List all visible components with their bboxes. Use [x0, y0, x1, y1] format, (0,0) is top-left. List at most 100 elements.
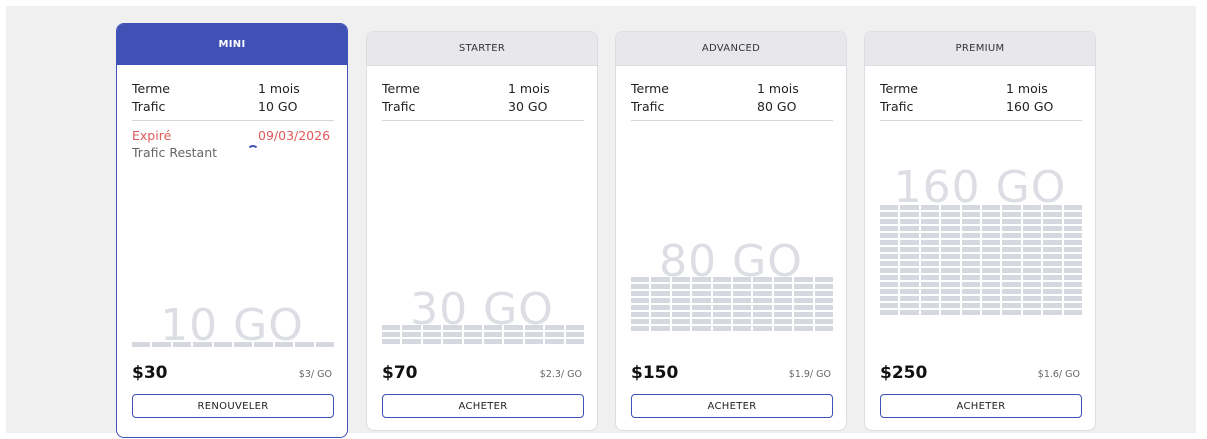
buy-button[interactable]: ACHETER — [880, 394, 1082, 418]
traffic-grid-cell — [463, 332, 482, 337]
traffic-grid-cell — [773, 298, 793, 303]
traffic-grid-cell — [794, 298, 813, 303]
traffic-grid-cell — [712, 298, 731, 303]
traffic-grid-cell — [651, 319, 670, 324]
traffic-grid-cell — [565, 325, 584, 330]
traffic-grid-cell — [545, 332, 564, 337]
traffic-grid-cell — [651, 305, 670, 310]
traffic-grid-cell — [753, 319, 772, 324]
traffic-grid — [132, 342, 334, 347]
traffic-label: Trafic — [132, 99, 166, 114]
traffic-grid-cell — [900, 310, 919, 315]
traffic-grid-cell — [981, 205, 1001, 210]
traffic-grid-cell — [1002, 247, 1021, 252]
traffic-grid-cell — [900, 212, 919, 217]
expired-label: Expiré — [132, 128, 172, 143]
traffic-grid-cell — [961, 289, 980, 294]
traffic-grid-cell — [671, 319, 691, 324]
divider — [132, 120, 334, 121]
buy-button[interactable]: ACHETER — [631, 394, 833, 418]
traffic-grid-cell — [814, 284, 833, 289]
traffic-grid-cell — [483, 339, 503, 344]
traffic-grid-cell — [671, 312, 691, 317]
traffic-grid-cell — [1022, 240, 1042, 245]
loading-spinner-icon — [247, 145, 259, 157]
traffic-grid-cell — [880, 261, 899, 266]
plan-card-advanced: ADVANCED Terme 1 mois Trafic 80 GO 80 GO… — [615, 31, 847, 431]
traffic-grid-cell — [900, 261, 919, 266]
traffic-grid-cell — [692, 305, 711, 310]
traffic-grid-cell — [732, 305, 752, 310]
traffic-grid-cell — [1043, 275, 1062, 280]
traffic-grid-cell — [794, 305, 813, 310]
traffic-grid-cell — [794, 326, 813, 331]
traffic-grid-cell — [1022, 310, 1042, 315]
renew-button[interactable]: RENOUVELER — [132, 394, 334, 418]
traffic-grid-cell — [920, 275, 940, 280]
traffic-grid-cell — [880, 212, 899, 217]
traffic-grid-cell — [1022, 268, 1042, 273]
traffic-grid-cell — [1002, 303, 1021, 308]
traffic-grid-cell — [920, 247, 940, 252]
traffic-grid-cell — [1063, 226, 1082, 231]
traffic-grid-cell — [631, 298, 650, 303]
traffic-grid-cell — [794, 291, 813, 296]
traffic-row: Trafic 30 GO — [382, 99, 582, 115]
traffic-grid-cell — [651, 284, 670, 289]
traffic-grid-cell — [712, 305, 731, 310]
traffic-grid-cell — [941, 296, 960, 301]
traffic-grid-cell — [651, 291, 670, 296]
traffic-grid-cell — [631, 277, 650, 282]
traffic-grid-cell — [981, 289, 1001, 294]
traffic-grid-cell — [941, 240, 960, 245]
traffic-grid-cell — [692, 284, 711, 289]
traffic-grid-cell — [1063, 289, 1082, 294]
traffic-grid — [631, 277, 833, 331]
plan-card-premium: PREMIUM Terme 1 mois Trafic 160 GO 160 G… — [864, 31, 1096, 431]
traffic-grid-cell — [1063, 261, 1082, 266]
traffic-grid-cell — [753, 305, 772, 310]
traffic-grid-cell — [880, 233, 899, 238]
traffic-grid-cell — [1022, 205, 1042, 210]
traffic-grid-cell — [941, 282, 960, 287]
traffic-grid-cell — [1022, 233, 1042, 238]
traffic-grid — [382, 325, 584, 344]
traffic-grid-cell — [814, 291, 833, 296]
traffic-grid-cell — [880, 310, 899, 315]
traffic-grid-cell — [981, 226, 1001, 231]
traffic-grid-cell — [941, 226, 960, 231]
traffic-grid-cell — [732, 319, 752, 324]
divider — [880, 120, 1082, 121]
traffic-grid-cell — [941, 233, 960, 238]
traffic-grid-cell — [443, 339, 462, 344]
traffic-grid-cell — [1022, 247, 1042, 252]
traffic-grid-cell — [920, 282, 940, 287]
traffic-grid-cell — [463, 339, 482, 344]
traffic-grid-cell — [981, 261, 1001, 266]
traffic-grid-cell — [941, 303, 960, 308]
traffic-grid-cell — [382, 325, 401, 330]
price: $30 — [132, 363, 168, 383]
traffic-grid-cell — [712, 319, 731, 324]
traffic-grid-cell — [961, 240, 980, 245]
traffic-grid-cell — [814, 319, 833, 324]
term-value: 1 mois — [258, 81, 300, 96]
traffic-grid-cell — [961, 268, 980, 273]
traffic-grid-cell — [880, 296, 899, 301]
traffic-grid-cell — [900, 289, 919, 294]
traffic-grid-cell — [1043, 233, 1062, 238]
price-per-unit: $1.9/ GO — [788, 369, 831, 380]
traffic-grid-cell — [981, 212, 1001, 217]
traffic-grid-cell — [941, 310, 960, 315]
traffic-grid-cell — [1043, 205, 1062, 210]
traffic-grid-cell — [920, 240, 940, 245]
traffic-grid-cell — [1002, 282, 1021, 287]
buy-button[interactable]: ACHETER — [382, 394, 584, 418]
traffic-grid-cell — [814, 298, 833, 303]
traffic-grid-cell — [920, 296, 940, 301]
remaining-row: Trafic Restant — [132, 145, 332, 161]
traffic-grid-cell — [753, 291, 772, 296]
traffic-grid-cell — [981, 268, 1001, 273]
traffic-grid-cell — [422, 325, 442, 330]
traffic-grid-cell — [732, 277, 752, 282]
